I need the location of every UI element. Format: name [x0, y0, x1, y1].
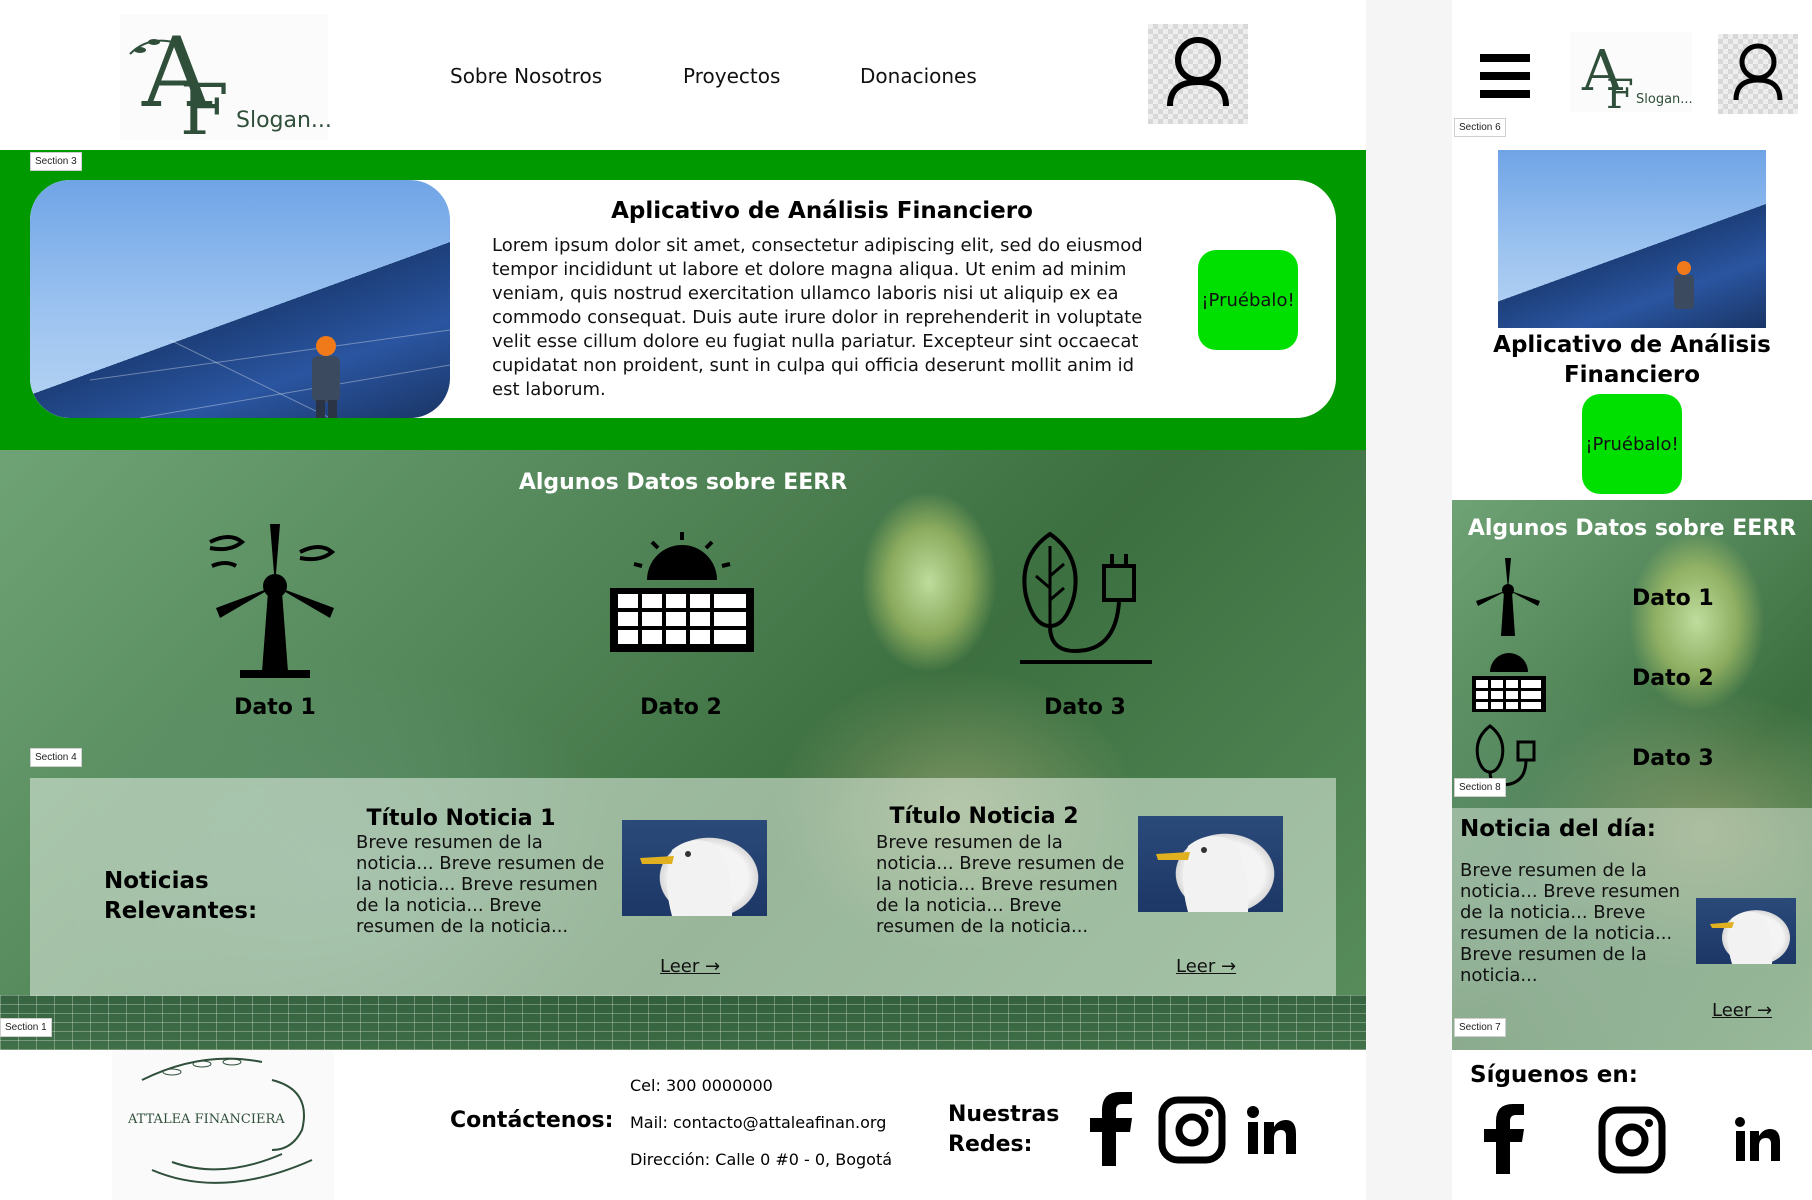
- solar-worker-photo: [1674, 261, 1694, 309]
- news-panel: Noticias Relevantes: Título Noticia 1 Br…: [30, 778, 1336, 996]
- seagull-photo: [1156, 836, 1249, 912]
- section-label: Section 7: [1454, 1018, 1506, 1037]
- mobile-logo[interactable]: A F Slogan...: [1570, 32, 1693, 118]
- facebook-icon[interactable]: [1482, 1104, 1526, 1174]
- hero-image: [30, 180, 451, 418]
- news-heading: Noticias Relevantes:: [104, 868, 258, 924]
- desktop-frame: A F Slogan... Sobre Nosotros Proyectos D…: [0, 0, 1366, 1200]
- social-label: Nuestras Redes:: [948, 1102, 1060, 1157]
- solar-panel-icon: [1472, 653, 1546, 712]
- mobile-dato-3-label: Dato 3: [1632, 746, 1714, 771]
- seagull-photo: [640, 840, 733, 916]
- dato-2-label: Dato 2: [640, 695, 722, 720]
- contact-address: Dirección: Calle 0 #0 - 0, Bogotá: [630, 1150, 893, 1169]
- hamburger-menu-icon[interactable]: [1480, 54, 1530, 98]
- mobile-news-read-link[interactable]: Leer →: [1712, 1000, 1772, 1021]
- site-header: A F Slogan... Sobre Nosotros Proyectos D…: [0, 0, 1366, 151]
- hero-section: Section 3 Aplicativo de Análisis Financi…: [0, 150, 1366, 450]
- mobile-logo-slogan: Slogan...: [1636, 92, 1693, 107]
- data-section: Algunos Datos sobre EERR Dato 1 Dato 2 D…: [0, 450, 1366, 1050]
- nav-sobre-nosotros[interactable]: Sobre Nosotros: [450, 64, 602, 88]
- wind-turbine-icon: [1476, 558, 1540, 636]
- mobile-try-button[interactable]: ¡Pruébalo!: [1582, 394, 1682, 494]
- mobile-data-section: Algunos Datos sobre EERR Dato 1 Dato 2 D…: [1452, 500, 1812, 1050]
- section-label: Section 1: [0, 1018, 52, 1037]
- try-button[interactable]: ¡Pruébalo!: [1198, 250, 1298, 350]
- news-summary-1: Breve resumen de la noticia... Breve res…: [356, 832, 605, 937]
- news-read-link-1[interactable]: Leer →: [660, 956, 720, 977]
- news-title-1: Título Noticia 1: [366, 806, 556, 831]
- mobile-data-title: Algunos Datos sobre EERR: [1467, 516, 1797, 541]
- mobile-footer: Síguenos en:: [1452, 1050, 1812, 1200]
- user-avatar-button[interactable]: [1148, 24, 1248, 124]
- news-image-1: [622, 820, 767, 916]
- logo-slogan: Slogan...: [236, 108, 332, 133]
- contact-email[interactable]: Mail: contacto@attaleafinan.org: [630, 1113, 886, 1132]
- site-footer: ATTALEA FINANCIERA Contáctenos: Cel: 300…: [0, 1050, 1366, 1200]
- section-label: Section 4: [30, 748, 82, 767]
- svg-text:F: F: [1606, 72, 1634, 112]
- mobile-header: A F Slogan... Section 6: [1452, 0, 1812, 151]
- news-read-link-2[interactable]: Leer →: [1176, 956, 1236, 977]
- mobile-user-avatar-button[interactable]: [1718, 34, 1798, 114]
- instagram-icon[interactable]: [1598, 1106, 1666, 1174]
- news-card-1: Título Noticia 1 Breve resumen de la not…: [356, 806, 806, 996]
- contact-label: Contáctenos:: [450, 1108, 614, 1133]
- hero-body: Lorem ipsum dolor sit amet, consectetur …: [492, 235, 1143, 400]
- mobile-news-summary: Breve resumen de la noticia... Breve res…: [1460, 860, 1681, 986]
- mobile-news-heading: Noticia del día:: [1460, 816, 1656, 842]
- mobile-hero-image: [1498, 150, 1766, 328]
- mobile-hero: Aplicativo de Análisis Financiero ¡Pruéb…: [1452, 150, 1812, 500]
- hero-card: Aplicativo de Análisis Financiero Lorem …: [30, 180, 1336, 418]
- mobile-dato-2-label: Dato 2: [1632, 666, 1714, 691]
- mobile-news-panel: Noticia del día: Breve resumen de la not…: [1452, 808, 1812, 1050]
- mobile-social-label: Síguenos en:: [1470, 1062, 1638, 1088]
- mobile-hero-title: Aplicativo de Análisis Financiero: [1493, 332, 1771, 388]
- instagram-icon[interactable]: [1158, 1096, 1226, 1164]
- news-image-2: [1138, 816, 1283, 912]
- section-label: Section 6: [1454, 118, 1506, 137]
- linkedin-icon[interactable]: [1734, 1116, 1780, 1162]
- mobile-dato-1-label: Dato 1: [1632, 586, 1714, 611]
- dato-3-label: Dato 3: [1044, 695, 1126, 720]
- news-summary-2: Breve resumen de la noticia... Breve res…: [876, 832, 1125, 937]
- solar-panel-icon: [610, 532, 754, 652]
- linkedin-icon[interactable]: [1246, 1106, 1296, 1156]
- section-label: Section 8: [1454, 778, 1506, 797]
- footer-org-name: ATTALEA FINANCIERA: [128, 1112, 285, 1127]
- news-card-2: Título Noticia 2 Breve resumen de la not…: [876, 804, 1316, 994]
- nav-proyectos[interactable]: Proyectos: [683, 64, 780, 88]
- data-section-title: Algunos Datos sobre EERR: [518, 470, 848, 495]
- news-title-2: Título Noticia 2: [889, 804, 1079, 829]
- solar-panel-strip: [0, 995, 1366, 1050]
- nav-donaciones[interactable]: Donaciones: [860, 64, 977, 88]
- wind-turbine-icon: [209, 524, 336, 678]
- user-icon: [1733, 43, 1783, 101]
- mobile-frame: A F Slogan... Section 6 Aplicativo de An…: [1452, 0, 1812, 1200]
- user-icon: [1167, 37, 1229, 107]
- hero-title: Aplicativo de Análisis Financiero: [611, 198, 1033, 224]
- section-label: Section 3: [30, 152, 82, 171]
- solar-worker-photo: [89, 329, 451, 418]
- contact-phone: Cel: 300 0000000: [630, 1076, 773, 1095]
- svg-text:F: F: [180, 69, 229, 140]
- eco-plug-icon: [1020, 531, 1152, 664]
- mobile-news-image: [1696, 898, 1796, 964]
- facebook-icon[interactable]: [1086, 1092, 1136, 1166]
- seagull-photo: [1710, 911, 1773, 964]
- footer-logo[interactable]: ATTALEA FINANCIERA: [112, 1050, 334, 1200]
- logo[interactable]: A F Slogan...: [120, 14, 332, 151]
- dato-1-label: Dato 1: [234, 695, 316, 720]
